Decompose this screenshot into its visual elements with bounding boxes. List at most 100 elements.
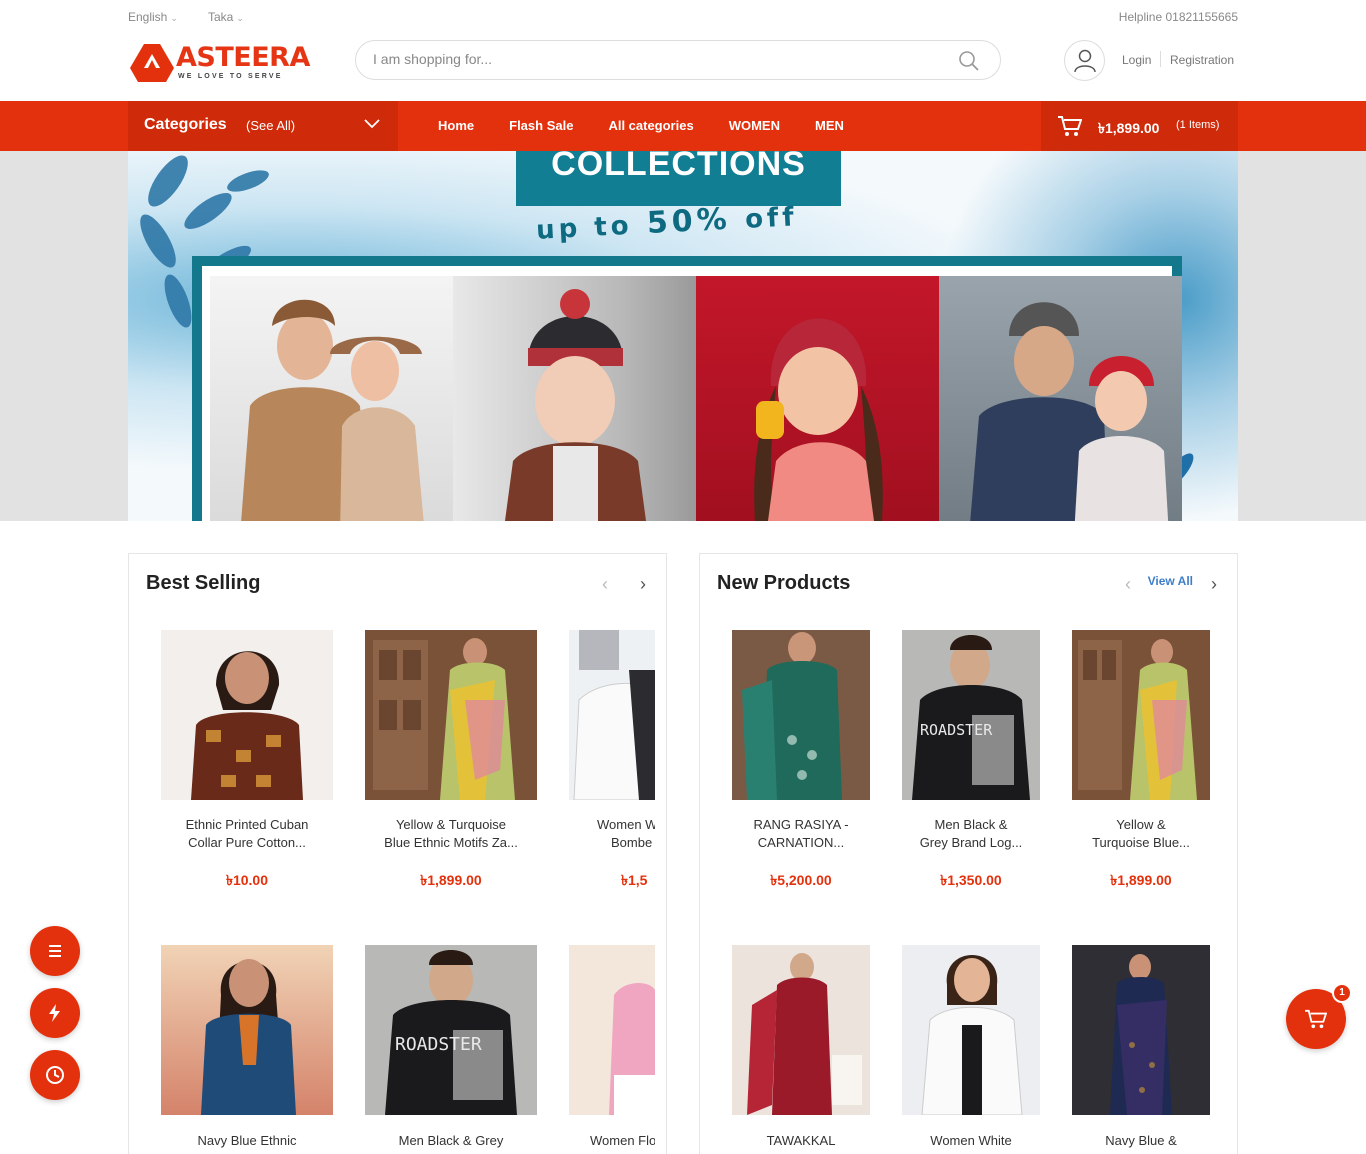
nav-links: Home Flash Sale All categories WOMEN MEN [438, 118, 879, 138]
logo[interactable]: ASTEERA WE LOVE TO SERVE [128, 42, 310, 82]
product-card[interactable]: Navy Blue Ethnic [161, 945, 333, 1154]
floating-cart-button[interactable]: 1 [1286, 983, 1352, 1049]
product-price: ৳5,200.00 [770, 872, 832, 888]
banner-photo-boy [453, 276, 696, 521]
product-name[interactable]: RANG RASIYA - CARNATION... [732, 816, 870, 852]
nav-men[interactable]: MEN [815, 118, 844, 133]
user-icon[interactable] [1064, 40, 1105, 81]
flash-sale-button[interactable] [30, 988, 80, 1038]
banner-title: COLLECTIONS [551, 151, 806, 183]
svg-text:ROADSTER: ROADSTER [395, 1034, 482, 1055]
cart-icon [1305, 1009, 1327, 1029]
product-card[interactable]: Ethnic Printed Cuban Collar Pure Cotton..… [161, 630, 333, 900]
nav-flash-sale[interactable]: Flash Sale [509, 118, 573, 133]
chevron-left-icon[interactable]: ‹ [1125, 574, 1131, 595]
currency-label: Taka [208, 10, 234, 24]
product-card[interactable]: ROADSTER Men Black & Grey [365, 945, 537, 1154]
banner-photo-couple [210, 276, 453, 521]
chevron-right-icon[interactable]: › [640, 574, 646, 595]
product-price: ৳10.00 [225, 872, 268, 888]
product-name[interactable]: Ethnic Printed Cuban Collar Pure Cotton..… [161, 816, 333, 852]
product-card[interactable]: Women Flo [569, 945, 655, 1154]
product-image[interactable] [365, 630, 537, 800]
nav-women[interactable]: WOMEN [729, 118, 780, 133]
chevron-left-icon[interactable]: ‹ [602, 574, 608, 595]
product-image[interactable] [732, 945, 870, 1115]
product-name[interactable]: Yellow & Turquoise Blue Ethnic Motifs Za.… [365, 816, 537, 852]
divider [1160, 51, 1161, 67]
chevron-down-icon: ⌄ [236, 13, 244, 23]
search-bar [355, 40, 1001, 80]
product-card[interactable]: TAWAKKAL [732, 945, 870, 1154]
banner-photo-girl [696, 276, 939, 521]
chevron-down-icon: ⌄ [170, 13, 178, 23]
best-selling-section: Best Selling ‹ › Ethnic Printed Cuban Col… [128, 553, 667, 1154]
login-link[interactable]: Login [1122, 53, 1151, 67]
main-nav: Categories (See All) Home Flash Sale All… [0, 101, 1366, 151]
new-products-section: New Products ‹ View All › RANG RASIYA -C… [699, 553, 1238, 1154]
product-card[interactable]: RANG RASIYA - CARNATION... ৳5,200.00 [732, 630, 870, 900]
product-name[interactable]: Men Black & Grey [365, 1132, 537, 1150]
product-card[interactable]: Women W Bombe ৳1,5 [569, 630, 655, 900]
offer-prefix: up to [535, 210, 634, 246]
banner-photo-frame [192, 256, 1182, 521]
logo-icon [130, 44, 174, 82]
nav-all-categories[interactable]: All categories [608, 118, 693, 133]
clock-icon [46, 1066, 64, 1084]
product-image[interactable]: ROADSTER [365, 945, 537, 1115]
product-image[interactable] [161, 945, 333, 1115]
nav-home[interactable]: Home [438, 118, 474, 133]
product-card[interactable]: Yellow & Turquoise Blue Ethnic Motifs Za.… [365, 630, 537, 900]
history-button[interactable] [30, 1050, 80, 1100]
product-image[interactable] [569, 630, 655, 800]
product-image[interactable] [1072, 630, 1210, 800]
product-name[interactable]: Navy Blue & [1072, 1132, 1210, 1150]
chevron-right-icon[interactable]: › [1211, 574, 1217, 595]
product-card[interactable]: ROADSTER Men Black & Grey Brand Log... ৳1… [902, 630, 1040, 900]
product-card[interactable]: Women White [902, 945, 1040, 1154]
view-all-link[interactable]: View All [1148, 574, 1193, 588]
product-name[interactable]: Men Black & Grey Brand Log... [902, 816, 1040, 852]
product-name[interactable]: Yellow & Turquoise Blue... [1072, 816, 1210, 852]
banner-photo-family [939, 276, 1182, 521]
product-image[interactable] [902, 945, 1040, 1115]
top-bar: English ⌄ Taka ⌄ Helpline 01821155665 [128, 0, 1238, 34]
product-name[interactable]: Women W Bombe [569, 816, 655, 852]
currency-selector[interactable]: Taka ⌄ [208, 10, 244, 24]
product-image[interactable]: ROADSTER [902, 630, 1040, 800]
offer-suffix: off [744, 202, 799, 235]
product-card[interactable]: Yellow & Turquoise Blue... ৳1,899.00 [1072, 630, 1210, 900]
categories-title: Categories [144, 116, 227, 133]
language-selector[interactable]: English ⌄ [128, 10, 178, 24]
product-image[interactable] [161, 630, 333, 800]
section-title: Best Selling [146, 572, 261, 594]
menu-button[interactable] [30, 926, 80, 976]
registration-link[interactable]: Registration [1170, 53, 1234, 67]
product-image[interactable] [732, 630, 870, 800]
logo-tagline: WE LOVE TO SERVE [178, 73, 283, 80]
cart-summary[interactable]: ৳1,899.00 (1 Items) [1041, 101, 1238, 151]
svg-text:ROADSTER: ROADSTER [920, 721, 993, 739]
categories-dropdown[interactable]: Categories (See All) [128, 101, 398, 151]
language-label: English [128, 10, 168, 24]
cart-amount: ৳1,899.00 [1098, 120, 1160, 136]
product-name[interactable]: Women Flo [569, 1132, 655, 1150]
product-price: ৳1,5 [621, 872, 648, 888]
product-name[interactable]: Navy Blue Ethnic [161, 1132, 333, 1150]
cart-icon [1058, 116, 1082, 136]
product-image[interactable] [569, 945, 655, 1115]
search-input[interactable] [373, 51, 933, 67]
hero-banner[interactable]: COLLECTIONS up to 50% off [128, 151, 1238, 521]
header: ASTEERA WE LOVE TO SERVE Login Registrat… [0, 34, 1366, 101]
search-icon[interactable] [958, 50, 980, 72]
cart-item-count: (1 Items) [1176, 119, 1220, 131]
product-image[interactable] [1072, 945, 1210, 1115]
product-name[interactable]: TAWAKKAL [732, 1132, 870, 1150]
logo-text: ASTEERA [176, 42, 310, 73]
see-all-link[interactable]: (See All) [246, 118, 295, 133]
offer-value: 50% [646, 201, 732, 242]
cart-count-badge: 1 [1332, 983, 1352, 1003]
product-card[interactable]: Navy Blue & [1072, 945, 1210, 1154]
product-name[interactable]: Women White [902, 1132, 1040, 1150]
section-title: New Products [717, 572, 851, 594]
